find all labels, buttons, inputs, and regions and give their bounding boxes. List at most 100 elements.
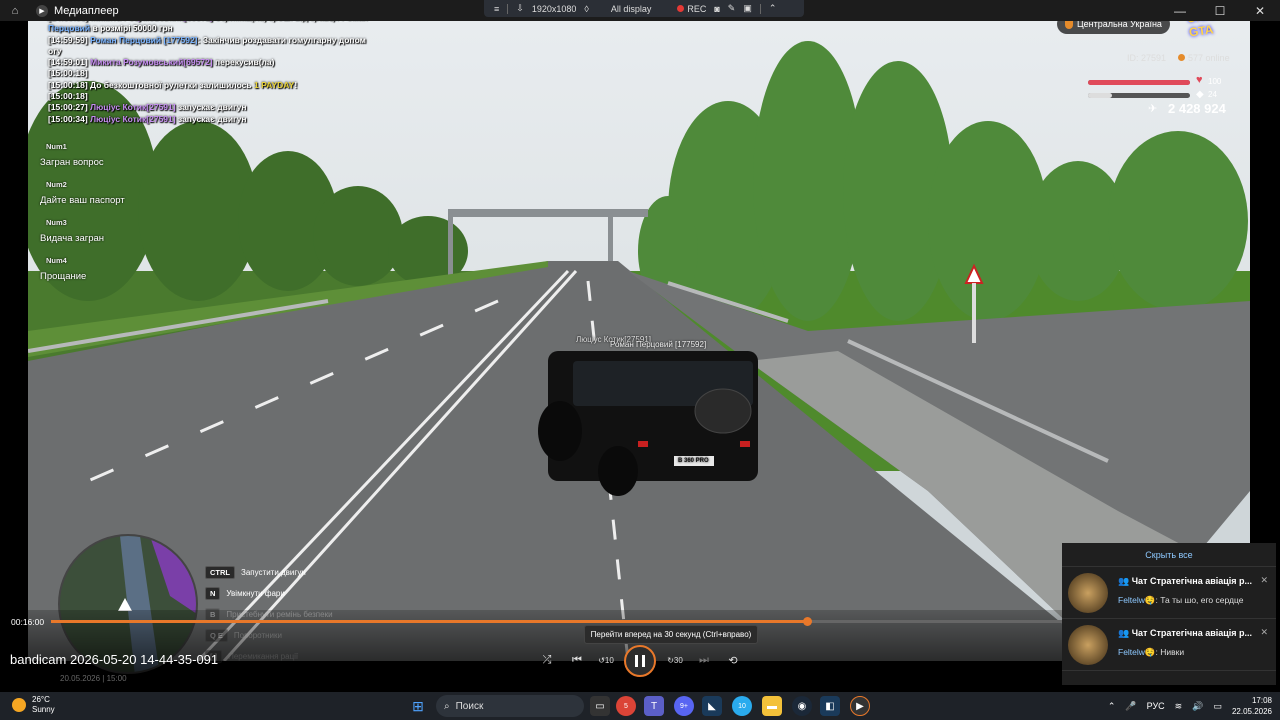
clock-time: 17:08	[1251, 696, 1272, 705]
num-menu-item[interactable]: Num3 Видача загран	[40, 218, 125, 244]
pause-button[interactable]	[624, 645, 656, 677]
chat-segment: [14:59:01]	[48, 57, 91, 68]
chat-line: [15:00:18]	[48, 91, 408, 102]
maximize-button[interactable]: ☐	[1200, 0, 1240, 21]
windows-start-icon[interactable]: ⊞	[408, 696, 428, 716]
num-key: Num4	[46, 256, 67, 265]
steam-icon[interactable]: ◉	[792, 696, 812, 716]
screenshot-icon[interactable]: ▣	[743, 3, 752, 14]
key-hint: CTRL Запустити двигун	[205, 562, 333, 583]
next-icon[interactable]: ⏭	[693, 650, 715, 670]
file-explorer-icon[interactable]: ▬	[762, 696, 782, 716]
repeat-off-icon[interactable]: ⟲	[722, 650, 744, 670]
chat-segment: запускає двигун	[175, 113, 247, 124]
notification-sender: Feltelw🤤	[1118, 595, 1156, 605]
chat-segment: [15:00:18]	[48, 68, 88, 79]
current-time: 00:16:00	[11, 617, 45, 627]
language-indicator[interactable]: РУС	[1147, 701, 1165, 711]
close-icon[interactable]: ✕	[1260, 627, 1268, 638]
pin-icon[interactable]: ⇩	[516, 3, 524, 14]
game-chat-log: [14:59:58] Микита Розумовський[69572] от…	[48, 12, 408, 125]
minimize-button[interactable]: —	[1160, 0, 1200, 21]
chat-segment: [15:00:27]	[48, 102, 91, 113]
close-button[interactable]: ✕	[1240, 0, 1280, 21]
key-cap: N	[205, 587, 221, 600]
volume-icon[interactable]: 🔊	[1192, 701, 1203, 712]
discord-icon[interactable]: 9+	[674, 696, 694, 716]
shuffle-icon[interactable]: ⤮	[536, 650, 558, 670]
seek-bar[interactable]	[51, 617, 1062, 626]
telegram-icon[interactable]: 10	[732, 696, 752, 716]
health-value: 100	[1208, 77, 1222, 86]
display-select[interactable]: All display	[611, 4, 652, 14]
weather-widget[interactable]: 26°C Sunny	[12, 695, 55, 715]
armor-bar-fill	[1088, 93, 1113, 98]
health-bar-fill	[1088, 80, 1190, 85]
key-hint-label: Увімкнути фари	[226, 589, 285, 598]
taskbar-clock[interactable]: 17:08 22.05.2026	[1232, 695, 1272, 717]
battery-icon[interactable]: ▭	[1213, 701, 1222, 712]
key-hint: N Увімкнути фари	[205, 583, 333, 604]
chat-segment: !	[294, 79, 298, 90]
rewind-10-button[interactable]: ↺ 10	[595, 650, 617, 670]
close-icon[interactable]: ✕	[1260, 575, 1268, 586]
teams-icon[interactable]: T	[644, 696, 664, 716]
screen: ⌂ ▶ Медиаплеер — ☐ ✕ ≡ ⇩ 1920x1080 ◊ All…	[0, 0, 1280, 720]
media-player-taskbar-icon[interactable]: ▶	[850, 696, 870, 716]
record-icon	[677, 4, 685, 12]
num-action-menu: Num1 Загран вопрос Num2 Дайте ваш паспорт …	[40, 140, 125, 294]
chat-segment: [15:00:18] До безкоштовної рулетки залиш…	[48, 79, 254, 90]
chevron-up-icon[interactable]: ⌃	[1108, 701, 1116, 712]
camera-icon[interactable]: ◙	[714, 4, 719, 14]
rec-button[interactable]: REC	[677, 4, 706, 14]
discord-badge: 9+	[680, 702, 688, 710]
window-title: Медиаплеер	[54, 4, 119, 17]
resolution-label[interactable]: 1920x1080	[532, 4, 577, 14]
previous-icon[interactable]: ⏮	[566, 650, 588, 670]
num-menu-item[interactable]: Num2 Дайте ваш паспорт	[40, 180, 125, 206]
chat-line: [15:00:27] Люціус Котик[27591] запускає …	[48, 102, 408, 113]
notification-item[interactable]: 👥 Чат Стратегічна авіація р... Feltelw🤤:…	[1062, 567, 1276, 619]
grip-icon[interactable]: ≡	[494, 4, 499, 14]
chat-line: [15:00:34] Люціус Котик[27591] запускає …	[48, 114, 408, 125]
num-key: Num2	[46, 180, 67, 189]
visual-studio-icon[interactable]: ◣	[702, 696, 722, 716]
notification-sender: Feltelw🤤	[1118, 647, 1156, 657]
num-label: Дайте ваш паспорт	[40, 195, 125, 206]
group-icon: 👥	[1118, 628, 1132, 638]
rewind-label: 10	[604, 655, 614, 665]
num-label: Прощание	[40, 271, 87, 282]
chat-line: [14:59:59] Роман Перцовий [177592]: Закі…	[48, 35, 408, 46]
chat-line: Перцовий в розмірі 50000 грн	[48, 23, 408, 34]
notification-text: : Нивки	[1155, 647, 1185, 657]
sun-icon	[12, 698, 26, 712]
taskbar-search[interactable]: ⌕ Поиск	[436, 695, 584, 717]
chat-segment: [14:59:59]	[48, 34, 91, 45]
chat-segment: [15:00:18]	[48, 91, 88, 102]
notification-item[interactable]: 👥 Чат Стратегічна авіація р... Feltelw🤤:…	[1062, 619, 1276, 671]
num-label: Загран вопрос	[40, 157, 104, 168]
chat-segment: [15:00:34]	[48, 113, 91, 124]
task-view-icon[interactable]: ▭	[590, 696, 610, 716]
skip-forward-tooltip: Перейти вперед на 30 секунд (Ctrl+вправо…	[584, 625, 758, 644]
num-menu-item[interactable]: Num1 Загран вопрос	[40, 142, 125, 168]
pencil-icon[interactable]: ✎	[728, 3, 736, 14]
windows-taskbar: 26°C Sunny ⊞ ⌕ Поиск ▭ 5 T 9+ ◣ 10 ▬ ◉ ◧ …	[0, 692, 1280, 720]
home-icon[interactable]: ⌂	[0, 5, 30, 17]
video-timestamp-overlay: 20.05.2026 | 15:00	[60, 674, 127, 683]
hide-all-button[interactable]: Скрыть все	[1062, 543, 1276, 567]
vs-code-icon[interactable]: ◧	[820, 696, 840, 716]
microphone-icon[interactable]: 🎤	[1125, 701, 1136, 712]
chat-segment: запускає двигун	[175, 102, 247, 113]
wifi-icon[interactable]: ≋	[1175, 701, 1183, 712]
collapse-icon[interactable]: ⌃	[769, 3, 777, 14]
forward-30-button[interactable]: ↻ 30	[664, 650, 686, 670]
video-filename: bandicam 2026-05-20 14-44-35-091	[10, 652, 219, 667]
forward-label: 30	[673, 655, 683, 665]
online-counter: ID: 27591 577 online	[1127, 53, 1230, 63]
media-player-app-icon: ▶	[36, 4, 48, 17]
pause-icon	[635, 655, 638, 667]
chrome-icon[interactable]: 5	[616, 696, 636, 716]
temperature: 26°C	[32, 695, 50, 704]
num-menu-item[interactable]: Num4 Прощание	[40, 256, 125, 282]
